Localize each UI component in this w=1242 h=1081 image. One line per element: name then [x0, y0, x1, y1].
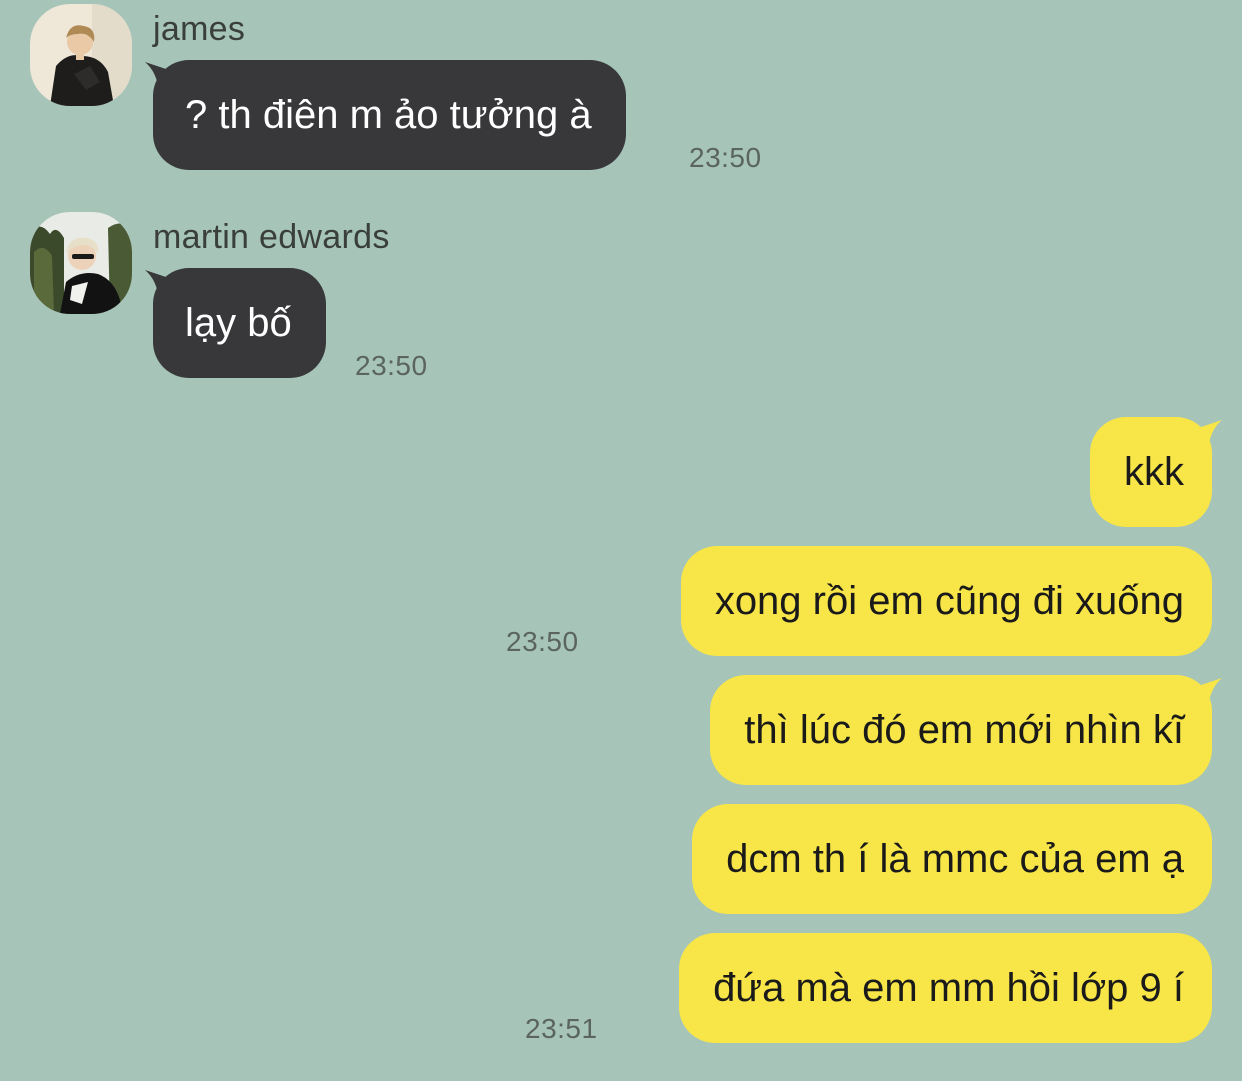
- outgoing-message-bubble[interactable]: kkk: [1090, 417, 1212, 527]
- message-timestamp: 23:50: [355, 350, 428, 381]
- message-text: kkk: [1124, 449, 1184, 494]
- incoming-message-bubble[interactable]: ? th điên m ảo tưởng à: [153, 60, 626, 170]
- message-text: đứa mà em mm hồi lớp 9 í: [713, 965, 1184, 1010]
- avatar-martin-edwards[interactable]: [30, 212, 132, 314]
- outgoing-message-bubble[interactable]: thì lúc đó em mới nhìn kĩ: [710, 675, 1212, 785]
- message-text: lạy bố: [185, 300, 292, 345]
- message-timestamp: 23:51: [525, 1013, 598, 1044]
- outgoing-message-bubble[interactable]: đứa mà em mm hồi lớp 9 í: [679, 933, 1212, 1043]
- message-text: thì lúc đó em mới nhìn kĩ: [744, 707, 1184, 752]
- message-text: ? th điên m ảo tưởng à: [185, 92, 592, 137]
- person-photo-icon: [30, 4, 132, 106]
- outgoing-message-bubble[interactable]: xong rồi em cũng đi xuống: [680, 546, 1212, 656]
- message-text: dcm th í là mmc của em ạ: [726, 836, 1184, 881]
- person-photo-icon: [30, 212, 132, 314]
- message-timestamp: 23:50: [689, 142, 762, 173]
- chat-thread: james ? th điên m ảo tưởng à 23:50 marti…: [0, 0, 1242, 1081]
- sender-name: james: [153, 10, 246, 48]
- avatar-james[interactable]: [30, 4, 132, 106]
- message-text: xong rồi em cũng đi xuống: [714, 578, 1184, 623]
- incoming-message-bubble[interactable]: lạy bố: [153, 268, 326, 378]
- message-timestamp: 23:50: [506, 626, 579, 657]
- sender-name: martin edwards: [153, 218, 390, 256]
- outgoing-message-bubble[interactable]: dcm th í là mmc của em ạ: [692, 804, 1212, 914]
